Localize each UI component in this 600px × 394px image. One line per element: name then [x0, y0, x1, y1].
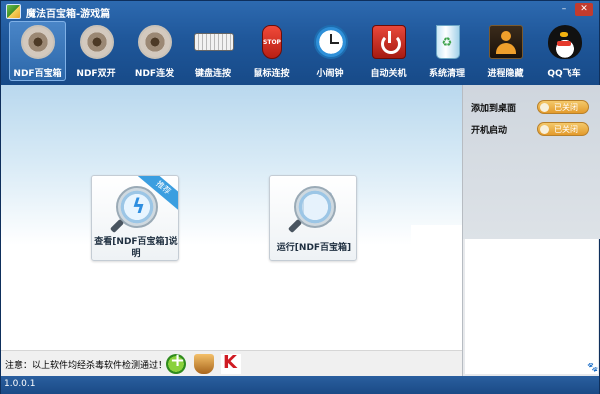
desktop-shortcut-toggle[interactable]: 已关闭 — [537, 100, 589, 114]
disc-icon — [79, 25, 114, 59]
jinshan-icon[interactable] — [194, 354, 214, 374]
startup-row: 开机启动 已关闭 — [471, 122, 595, 136]
tool-qq-speed[interactable]: QQ飞车 — [536, 21, 593, 81]
settings-top: 添加到桌面 已关闭 开机启动 已关闭 — [463, 85, 600, 239]
close-button[interactable]: ✕ — [575, 3, 593, 16]
card-label: 查看[NDF百宝箱]说明 — [94, 237, 178, 259]
toggle-knob — [540, 103, 549, 112]
tool-ndf-burst[interactable]: NDF连发 — [126, 21, 183, 81]
status-bar: 1.0.0.1 — [1, 376, 599, 394]
alarm-clock-icon — [313, 25, 348, 59]
user-hidden-icon — [489, 25, 523, 59]
settings-blank-area — [465, 239, 598, 374]
tool-ndf-dual[interactable]: NDF双开 — [68, 21, 125, 81]
tool-label: 鼠标连按 — [253, 69, 290, 79]
setting-label: 开机启动 — [471, 126, 508, 136]
kaspersky-icon[interactable] — [221, 352, 241, 374]
tool-label: 小闹钟 — [316, 69, 344, 79]
title-toolbar: 魔法百宝箱-游戏篇 – ✕ NDF百宝箱 NDF双开 NDF连发 键盘连按 ST… — [1, 1, 599, 85]
tool-bar: NDF百宝箱 NDF双开 NDF连发 键盘连按 STOP 鼠标连按 小闹钟 自动… — [9, 21, 594, 83]
disc-icon — [138, 25, 172, 59]
view-manual-card[interactable]: 推荐 ϟ 查看[NDF百宝箱]说明 — [91, 175, 179, 261]
magnifier-handle — [109, 218, 125, 234]
setting-label: 添加到桌面 — [471, 104, 517, 114]
version-text: 1.0.0.1 — [4, 379, 36, 389]
tool-process-hide[interactable]: 进程隐藏 — [477, 21, 534, 81]
settings-panel: 添加到桌面 已关闭 开机启动 已关闭 🐾 — [462, 85, 600, 376]
tool-label: NDF双开 — [76, 69, 116, 79]
window-title: 魔法百宝箱-游戏篇 — [26, 9, 111, 20]
tool-alarm-clock[interactable]: 小闹钟 — [302, 21, 359, 81]
disc-icon — [21, 25, 55, 59]
tool-label: 自动关机 — [370, 69, 407, 79]
tool-label: 系统清理 — [428, 69, 465, 79]
magnifier-handle — [287, 218, 303, 234]
qq-penguin-icon — [547, 25, 582, 59]
card-label: 运行[NDF百宝箱] — [276, 243, 352, 253]
tool-label: NDF百宝箱 — [13, 69, 62, 79]
tool-auto-shutdown[interactable]: 自动关机 — [360, 21, 417, 81]
paw-icon: 🐾 — [587, 363, 599, 373]
toggle-state: 已关闭 — [554, 125, 578, 134]
paw-icon: 🐾 — [439, 337, 451, 347]
mouse-stop-icon: STOP — [262, 25, 282, 59]
toggle-state: 已关闭 — [554, 103, 578, 112]
tool-label: NDF连发 — [134, 69, 175, 79]
main-panel: 推荐 ϟ 查看[NDF百宝箱]说明 运行[NDF百宝箱] 🐾 — [1, 85, 462, 350]
tool-ndf-box[interactable]: NDF百宝箱 — [9, 21, 66, 81]
power-icon — [372, 25, 406, 59]
minimize-button[interactable]: – — [555, 3, 573, 16]
startup-toggle[interactable]: 已关闭 — [537, 122, 589, 136]
notice-text: 注意：以上软件均经杀毒软件检测通过！ — [5, 361, 168, 371]
toggle-knob — [540, 125, 549, 134]
notice-bar: 注意：以上软件均经杀毒软件检测通过！ — [1, 350, 462, 376]
360-icon[interactable] — [166, 350, 186, 374]
tool-system-cleanup[interactable]: 系统清理 — [419, 21, 476, 81]
window-controls: – ✕ — [555, 3, 593, 16]
lightning-icon: ϟ — [132, 194, 146, 218]
app-window: 魔法百宝箱-游戏篇 – ✕ NDF百宝箱 NDF双开 NDF连发 键盘连按 ST… — [0, 0, 600, 394]
tool-label: 进程隐藏 — [487, 69, 524, 79]
app-logo-icon — [6, 4, 21, 19]
keyboard-icon — [193, 33, 234, 51]
tool-label: QQ飞车 — [547, 69, 581, 79]
desktop-shortcut-row: 添加到桌面 已关闭 — [471, 100, 595, 114]
tool-keyboard-repeat[interactable]: 键盘连按 — [185, 21, 242, 81]
recycle-bin-icon — [435, 25, 460, 59]
tool-label: 键盘连按 — [194, 69, 231, 79]
tool-mouse-repeat[interactable]: STOP 鼠标连按 — [243, 21, 300, 81]
run-app-card[interactable]: 运行[NDF百宝箱] — [269, 175, 357, 261]
